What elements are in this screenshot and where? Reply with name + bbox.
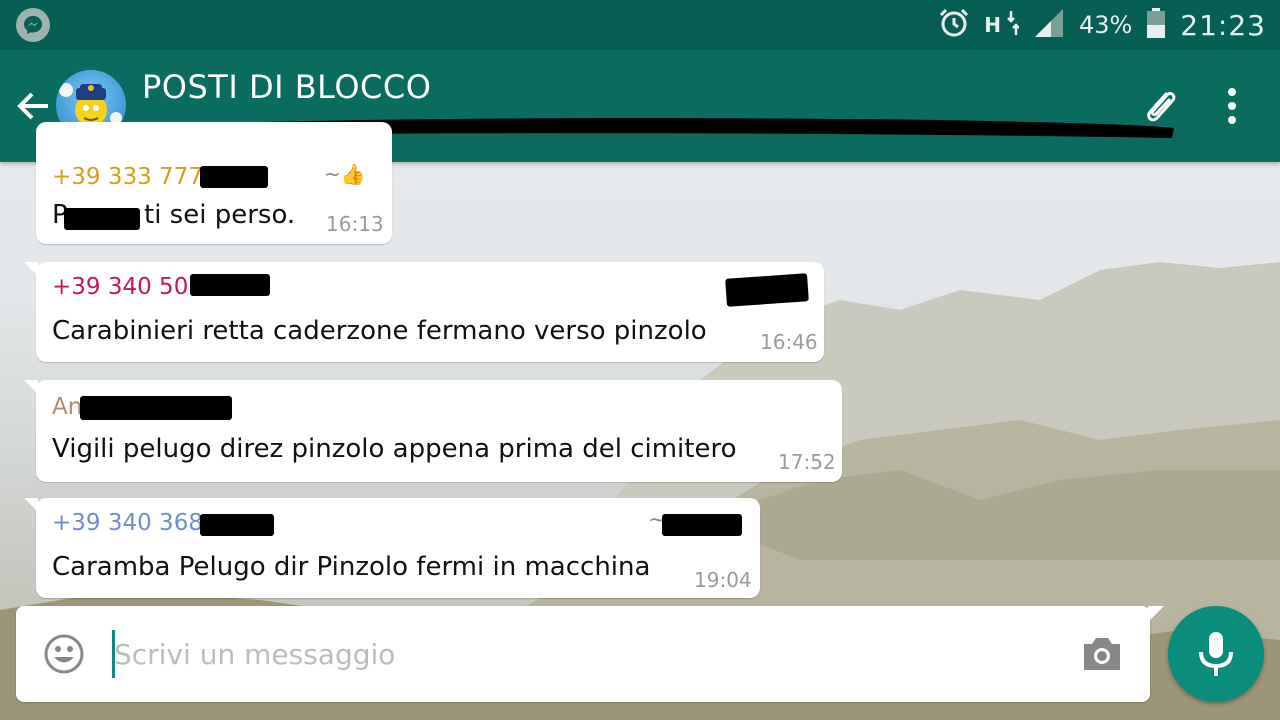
battery-percent: 43% <box>1078 11 1133 39</box>
redaction <box>80 396 232 420</box>
message-composer <box>16 606 1164 702</box>
composer-tail <box>1148 606 1164 622</box>
redaction <box>64 208 140 230</box>
mic-button[interactable] <box>1168 606 1264 702</box>
message-text: Carabinieri retta caderzone fermano vers… <box>52 316 707 346</box>
signal-icon <box>1033 7 1065 43</box>
redaction <box>662 514 742 536</box>
redaction <box>200 166 268 188</box>
sender-name[interactable]: An <box>52 394 82 420</box>
battery-icon <box>1146 7 1166 43</box>
chat-title[interactable]: POSTI DI BLOCCO <box>142 68 431 106</box>
alarm-icon <box>938 7 970 43</box>
network-type: H <box>984 13 1001 37</box>
redaction <box>190 274 270 296</box>
message-bubble[interactable]: +39 340 508 Carabinieri retta caderzone … <box>24 262 824 362</box>
network-icon <box>1007 7 1020 43</box>
message-time: 19:04 <box>694 568 752 592</box>
message-bubble[interactable]: +39 340 368 ~ Caramba Pelugo dir Pinzolo… <box>24 498 760 598</box>
message-text: Vigili pelugo direz pinzolo appena prima… <box>52 434 737 464</box>
message-bubble[interactable]: +39 333 777 ~👍 P ti sei perso. 16:13 <box>36 122 392 244</box>
messenger-icon <box>16 8 50 42</box>
bubble-tail <box>24 380 38 394</box>
message-input[interactable] <box>114 626 1054 682</box>
message-time: 16:46 <box>760 330 818 354</box>
redaction <box>200 514 274 536</box>
back-arrow-icon[interactable] <box>14 86 54 126</box>
emoji-icon[interactable] <box>42 632 86 676</box>
camera-icon[interactable] <box>1080 634 1124 674</box>
message-time: 16:13 <box>326 212 384 236</box>
message-bubble[interactable]: An Vigili pelugo direz pinzolo appena pr… <box>24 380 842 482</box>
message-list[interactable]: +39 333 777 ~👍 P ti sei perso. 16:13 +39… <box>0 122 1280 602</box>
mic-icon <box>1199 632 1233 676</box>
message-text: ti sei perso. <box>144 200 296 230</box>
reaction-text: ~👍 <box>324 162 366 186</box>
message-time: 17:52 <box>778 450 836 474</box>
bubble-tail <box>24 498 38 512</box>
sender-phone[interactable]: +39 333 777 <box>52 164 203 190</box>
bubble-tail <box>24 262 38 276</box>
message-text: Caramba Pelugo dir Pinzolo fermi in macc… <box>52 552 651 582</box>
paperclip-icon[interactable] <box>1136 82 1184 130</box>
sender-phone[interactable]: +39 340 508 <box>52 274 203 300</box>
status-bar: H 43% 21:23 <box>0 0 1280 50</box>
redaction <box>725 273 809 307</box>
sender-phone[interactable]: +39 340 368 <box>52 510 203 536</box>
status-clock: 21:23 <box>1180 8 1266 42</box>
more-vert-icon[interactable] <box>1218 86 1246 126</box>
